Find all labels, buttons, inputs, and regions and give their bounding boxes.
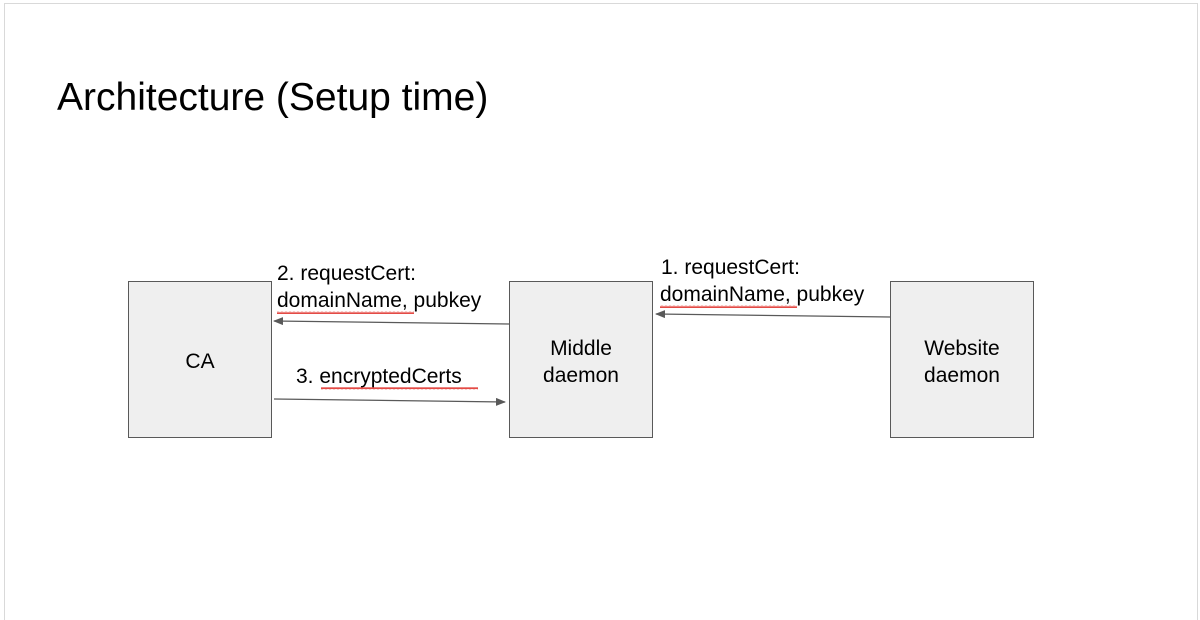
- spellcheck-underline: [321, 387, 478, 390]
- step3-label: 3. encryptedCerts: [296, 365, 462, 388]
- middle-daemon-label-line1: Middle: [550, 337, 612, 360]
- spellcheck-underline: [660, 305, 797, 308]
- website-daemon-label-line2: daemon: [924, 364, 1000, 387]
- step2-label-line2: domainName, pubkey: [277, 289, 482, 312]
- ca-label: CA: [185, 350, 214, 373]
- middle-daemon-label-line2: daemon: [543, 364, 619, 387]
- arrow-step2-middle-to-ca: [273, 317, 510, 326]
- architecture-diagram: CA Middle daemon Website daemon 1. reque…: [128, 256, 1034, 438]
- step1-label-line1: 1. requestCert:: [661, 256, 800, 279]
- website-daemon-label-line1: Website: [924, 337, 999, 360]
- step2-label-line1: 2. requestCert:: [277, 262, 416, 285]
- arrow-step1-website-to-middle: [655, 310, 891, 319]
- arrow-step3-ca-to-middle: [273, 397, 506, 406]
- spellcheck-underline: [277, 311, 414, 314]
- step1-label-line2: domainName, pubkey: [660, 283, 865, 306]
